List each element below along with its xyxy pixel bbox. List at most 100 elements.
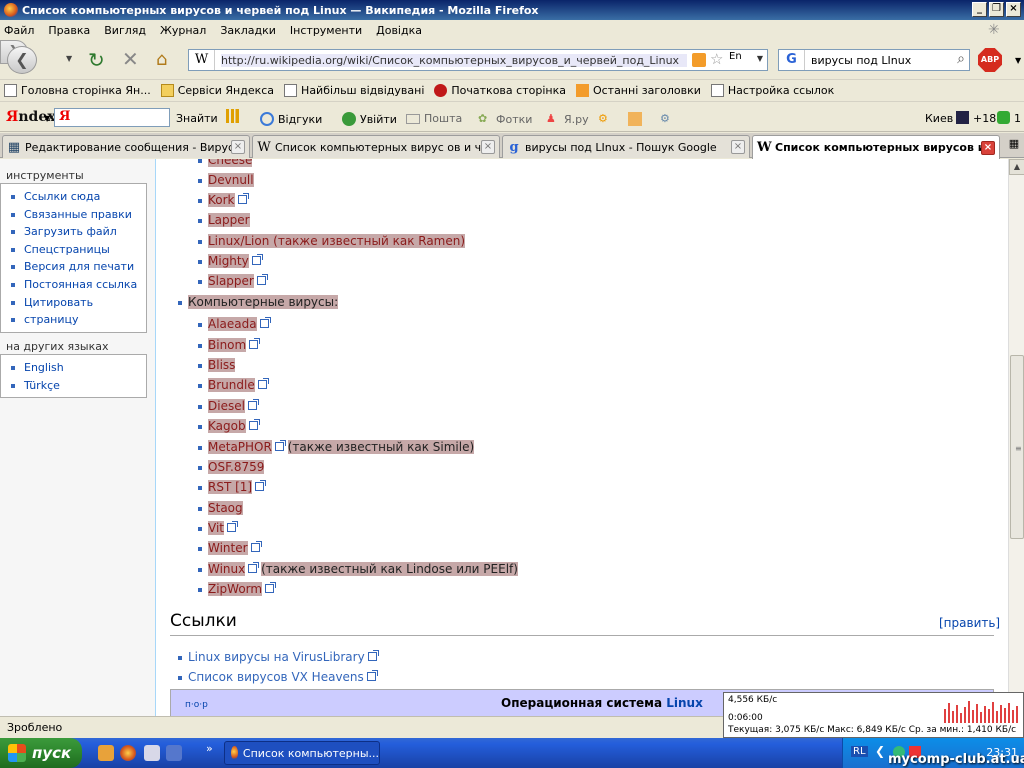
signal-icon[interactable] [226, 109, 242, 123]
worm-link-devnull[interactable]: Devnull [208, 173, 254, 187]
tab-wiki-active[interactable]: W Список компьютерных вирусов и ... × [752, 135, 1000, 159]
restore-button[interactable]: ❐ [989, 2, 1004, 17]
reload-button[interactable]: ↻ [88, 48, 105, 72]
adblock-icon[interactable]: ABP [978, 48, 1002, 72]
menu-help[interactable]: Довідка [376, 24, 422, 37]
virus-link-rst[interactable]: RST [1] [208, 480, 253, 494]
virus-link-winter[interactable]: Winter [208, 541, 248, 555]
sidebar-link-permalink[interactable]: Постоянная ссылка [9, 276, 146, 294]
sidebar-link-special-pages[interactable]: Спецстраницы [9, 241, 146, 259]
url-dropdown-icon[interactable]: ▼ [757, 54, 763, 63]
yandex-misc-button[interactable]: ⚙ [598, 112, 616, 126]
navbox-linux-link[interactable]: Linux [666, 696, 703, 710]
worm-link-mighty[interactable]: Mighty [208, 254, 249, 268]
external-link-vxheavens[interactable]: Список вирусов VX Heavens [188, 670, 364, 684]
start-button[interactable]: пуск [0, 738, 82, 768]
search-icon[interactable]: ⌕ [957, 51, 965, 67]
weather-temperature[interactable]: +18 [973, 112, 996, 125]
yandex-folder-button[interactable] [628, 112, 646, 126]
virus-link-winux[interactable]: Winux [208, 562, 246, 576]
virus-link-bliss[interactable]: Bliss [208, 358, 236, 372]
virus-link-diesel[interactable]: Diesel [208, 399, 245, 413]
tab-close-icon[interactable]: × [231, 140, 245, 154]
sidebar-link-whatlinkshere[interactable]: Ссылки сюда [9, 188, 146, 206]
sidebar-link-cite-cont[interactable]: страницу [9, 311, 146, 329]
external-link-viruslibrary[interactable]: Linux вирусы на VirusLibrary [188, 650, 365, 664]
search-bar[interactable]: G вирусы под LInux ⌕ [778, 49, 970, 71]
worm-link-cheese[interactable]: Cheese [208, 159, 253, 167]
sidebar-link-cite[interactable]: Цитировать [9, 294, 146, 312]
bookmark-item[interactable]: Головна сторінка Ян... [4, 84, 151, 97]
yandex-feedback-button[interactable]: Відгуки [260, 112, 322, 126]
home-button[interactable]: ⌂ [156, 49, 167, 70]
bookmark-item[interactable]: Сервіси Яндекса [160, 84, 274, 97]
virus-link-osf[interactable]: OSF.8759 [208, 460, 265, 474]
yandex-settings-button[interactable]: ⚙ [660, 112, 678, 126]
bookmark-item[interactable]: Останні заголовки [575, 84, 701, 97]
menu-file[interactable]: Файл [4, 24, 34, 37]
quicklaunch-icon[interactable] [98, 745, 114, 761]
search-engine-icon[interactable]: G [779, 50, 805, 70]
language-indicator[interactable]: En [729, 51, 742, 62]
sidebar-link-related-changes[interactable]: Связанные правки [9, 206, 146, 224]
adblock-dropdown-icon[interactable]: ▼ [1015, 56, 1021, 65]
tab-wiki-list[interactable]: W Список компьютерных вирус ов и ч... × [252, 135, 500, 158]
close-button[interactable]: × [1006, 2, 1021, 17]
url-bar[interactable]: W http://ru.wikipedia.org/wiki/Список_ко… [188, 49, 768, 71]
weather-city[interactable]: Киев [925, 112, 953, 125]
yandex-search-input[interactable]: Я [54, 108, 170, 127]
tab-edit-message[interactable]: ▦ Редактирование сообщения - Вирус... × [2, 135, 250, 158]
yandex-login-button[interactable]: Увійти [342, 112, 397, 126]
virus-link-vit[interactable]: Vit [208, 521, 224, 535]
language-indicator[interactable]: RL [851, 746, 868, 757]
vertical-scrollbar[interactable]: ▲ ≡ ▼ [1008, 159, 1024, 716]
tab-close-icon[interactable]: × [981, 140, 995, 155]
virus-link-kagob[interactable]: Kagob [208, 419, 246, 433]
menu-history[interactable]: Журнал [160, 24, 206, 37]
counter-value[interactable]: 1 [1014, 112, 1021, 125]
section-edit-link[interactable]: [править] [939, 616, 1000, 630]
worm-link-linux-lion[interactable]: Linux/Lion (также известный как Ramen) [208, 234, 466, 248]
tab-list-icon[interactable]: ▦ [1006, 137, 1022, 155]
virus-link-zipworm[interactable]: ZipWorm [208, 582, 263, 596]
yandex-mail-button[interactable]: Пошта [406, 112, 462, 125]
tab-google-search[interactable]: g вирусы под LInux - Пошук Google × [502, 135, 750, 158]
quicklaunch-firefox-icon[interactable] [120, 745, 136, 761]
bookmark-star-icon[interactable]: ☆ [710, 50, 723, 68]
quicklaunch-icon[interactable] [166, 745, 182, 761]
navbox-vde-links[interactable]: п·о·р [185, 700, 208, 710]
yandex-dropdown-icon[interactable]: ▼ [44, 114, 50, 123]
menu-view[interactable]: Вигляд [104, 24, 146, 37]
menu-bookmarks[interactable]: Закладки [220, 24, 276, 37]
bookmark-item[interactable]: Початкова сторінка [434, 84, 566, 97]
scroll-thumb[interactable]: ≡ [1010, 355, 1024, 539]
tab-close-icon[interactable]: × [481, 140, 495, 154]
stop-button[interactable]: ✕ [122, 47, 139, 71]
menu-tools[interactable]: Інструменти [290, 24, 362, 37]
quicklaunch-icon[interactable] [144, 745, 160, 761]
worm-link-kork[interactable]: Kork [208, 193, 235, 207]
bookmark-item[interactable]: Найбільш відвідувані [284, 84, 424, 97]
lang-link-turkish[interactable]: Türkçe [9, 377, 146, 395]
virus-link-staog[interactable]: Staog [208, 501, 243, 515]
quicklaunch-more-icon[interactable]: » [206, 742, 213, 755]
yandex-yaru-button[interactable]: ♟ Я.ру [546, 112, 589, 126]
minimize-button[interactable]: _ [972, 2, 987, 17]
history-dropdown-icon[interactable]: ▼ [66, 54, 72, 63]
rss-feed-icon[interactable] [692, 53, 706, 67]
menu-edit[interactable]: Правка [48, 24, 90, 37]
yandex-find-button[interactable]: Знайти [176, 112, 218, 125]
back-button[interactable]: ❮ [7, 46, 37, 74]
sidebar-link-print[interactable]: Версия для печати [9, 258, 146, 276]
worm-link-slapper[interactable]: Slapper [208, 274, 254, 288]
scroll-up-button[interactable]: ▲ [1009, 159, 1024, 175]
worm-link-lapper[interactable]: Lapper [208, 213, 250, 227]
bookmark-item[interactable]: Настройка ссылок [710, 84, 834, 97]
taskbar-firefox-task[interactable]: Список компьютерны... [224, 741, 380, 765]
tray-arrow-icon[interactable]: ❮ [875, 744, 885, 758]
virus-link-metaphor[interactable]: MetaPHOR [208, 440, 272, 454]
search-input[interactable]: вирусы под LInux [811, 54, 911, 67]
url-input[interactable]: http://ru.wikipedia.org/wiki/Список_комп… [221, 53, 687, 67]
sidebar-link-upload[interactable]: Загрузить файл [9, 223, 146, 241]
tab-close-icon[interactable]: × [731, 140, 745, 154]
